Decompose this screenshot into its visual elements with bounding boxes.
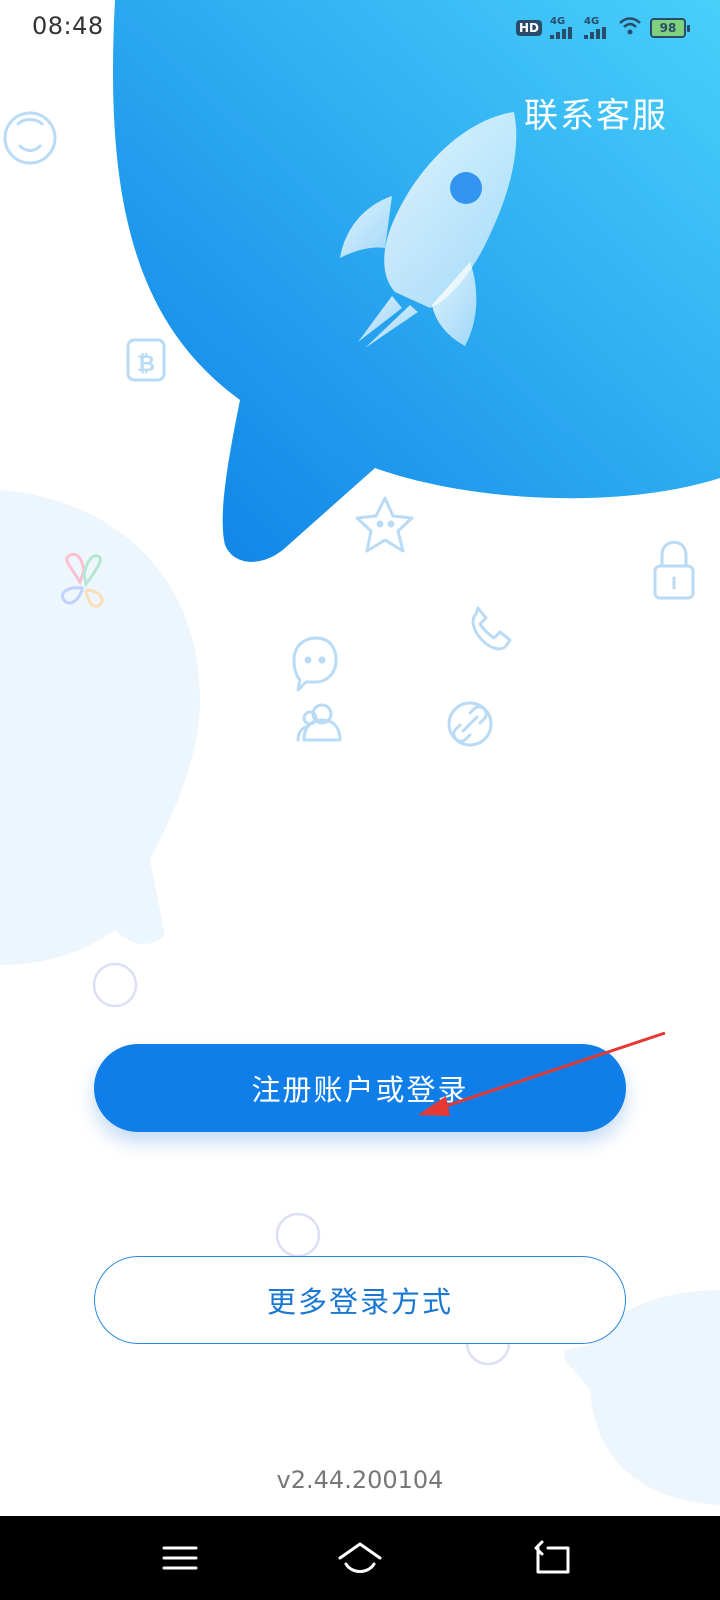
ring-decoration-1	[92, 962, 138, 1008]
contact-support-link[interactable]: 联系客服	[524, 88, 668, 137]
app-version: v2.44.200104	[276, 1466, 444, 1494]
phone-icon	[471, 606, 512, 651]
signal-4g-icon-1: 4G	[550, 17, 576, 39]
users-icon	[296, 703, 342, 742]
status-icons: HD 4G 4G 98	[515, 14, 690, 42]
battery-icon: 98	[650, 18, 690, 38]
status-bar: 08:48 HD 4G 4G 98	[0, 0, 720, 56]
svg-text:₿: ₿	[137, 352, 155, 377]
signal-4g-icon-2: 4G	[584, 17, 610, 39]
more-login-options-label: 更多登录方式	[266, 1285, 453, 1319]
back-icon[interactable]	[528, 1534, 576, 1582]
link-icon	[447, 701, 493, 747]
status-time: 08:48	[32, 12, 104, 40]
more-login-options-button[interactable]: 更多登录方式	[94, 1256, 626, 1344]
lock-icon	[653, 540, 695, 600]
wifi-icon	[618, 16, 642, 40]
face-icon	[3, 111, 57, 165]
register-or-login-label: 注册账户或登录	[251, 1073, 469, 1107]
menu-icon[interactable]	[156, 1534, 204, 1582]
ring-decoration-2	[275, 1212, 321, 1258]
register-or-login-button[interactable]: 注册账户或登录	[94, 1044, 626, 1132]
system-nav-bar	[0, 1516, 720, 1600]
chat-bubble-icon	[292, 636, 338, 692]
hd-icon: HD	[515, 20, 542, 36]
bitcoin-icon: ₿	[126, 338, 166, 382]
star-icon	[355, 496, 414, 553]
home-icon[interactable]	[336, 1534, 384, 1582]
